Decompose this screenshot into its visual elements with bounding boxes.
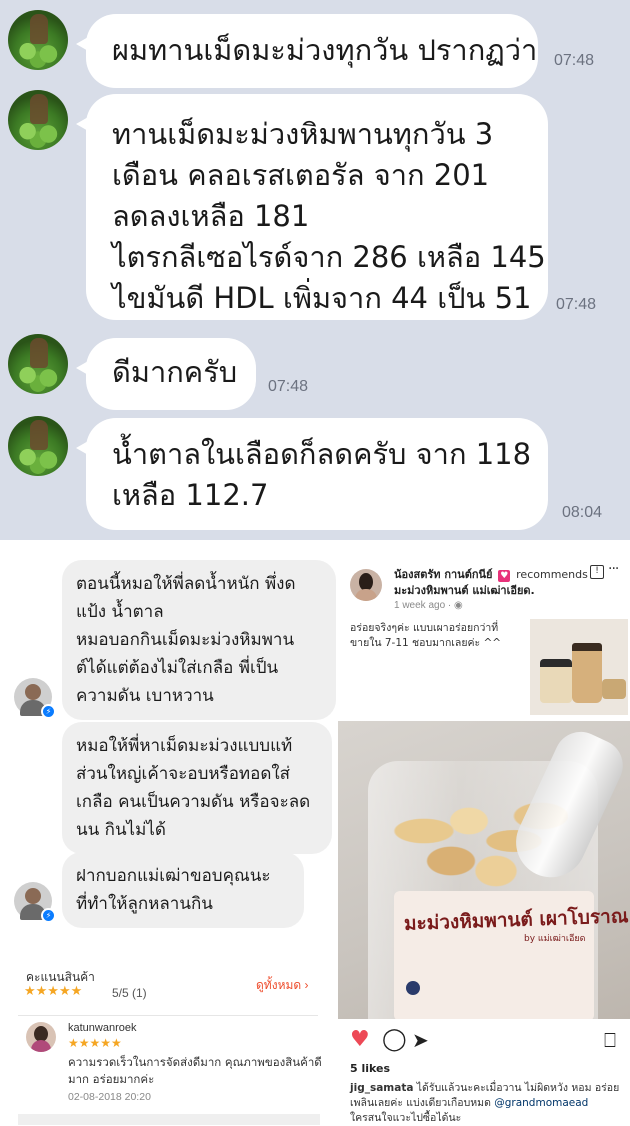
post-photo[interactable]: มะม่วงหิมพานต์ เผาโบราณ by แม่เฒ่าเอียด	[338, 721, 630, 1019]
chat-text: ความดัน เบาหวาน	[76, 686, 214, 706]
product-review-panel: คะแนนสินค้า ★★★★★ 5/5 (1) ดูทั้งหมด › ka…	[0, 960, 330, 1125]
message-time: 07:48	[268, 378, 309, 395]
chat-text: เกลือ คนเป็นความดัน หรือจะลด	[76, 792, 311, 812]
heart-icon[interactable]: ♥	[350, 1029, 370, 1051]
chat-bubble: หมอให้พี่หาเม็ดมะม่วงแบบแท้ ส่วนใหญ่เค้า…	[62, 722, 332, 854]
post-thumbnail-image[interactable]	[530, 619, 628, 715]
avatar[interactable]	[350, 569, 382, 601]
review-text-line: ความรวดเร็วในการจัดส่งดีมาก คุณภาพของสิน…	[68, 1055, 322, 1069]
post-caption: อร่อยจริงๆค่ะ แบบเผาอร่อยกว่าที่ ขายใน 7…	[350, 621, 501, 651]
chat-text: ลดลงเหลือ 181	[112, 199, 310, 233]
avatar[interactable]: ⚡	[14, 678, 56, 719]
report-icon[interactable]: !	[590, 565, 604, 579]
mention-link[interactable]: @grandmomaead	[494, 1097, 588, 1109]
post-actions: ♥ ◯ ➤ ⎕	[350, 1029, 620, 1055]
product-label: มะม่วงหิมพานต์ เผาโบราณ by แม่เฒ่าเอียด	[394, 891, 629, 1019]
chat-text: น้ำตาลในเลือดก็ลดครับ จาก 118	[112, 437, 532, 471]
rating-score: 5/5 (1)	[112, 986, 147, 1000]
comment-text: เพลินเลยค่ะ แบ่งเดียวเกือบหมด	[350, 1097, 495, 1109]
social-post-panel: น้องสตรัท กานต์กนีย์ ♥ recommends มะม่วง…	[338, 555, 630, 1125]
post-comment: jig_samata ได้รับแล้วนะคะเมื่อวาน ไม่ผิด…	[350, 1081, 619, 1126]
review-text-line: มาก อร่อยมากค่ะ	[68, 1072, 155, 1086]
rating-stars: ★★★★★	[24, 984, 83, 999]
review-text: ความรวดเร็วในการจัดส่งดีมาก คุณภาพของสิน…	[68, 1054, 322, 1088]
likes-count[interactable]: 5 likes	[350, 1062, 390, 1075]
line-chat-panel: ผมทานเม็ดมะม่วงทุกวัน ปรากฏว่า 07:48 ทาน…	[0, 0, 630, 540]
chat-text: ต์ได้แต่ต้องไม่ใส่เกลือ พี่เป็น	[76, 658, 279, 678]
chat-text: หมอบอกกินเม็ดมะม่วงหิมพาน	[76, 630, 295, 650]
chat-bubble: ทานเม็ดมะม่วงหิมพานทุกวัน 3 เดือน คลอเรส…	[76, 94, 548, 320]
messenger-icon: ⚡	[41, 908, 56, 923]
chat-bubble: ฝากบอกแม่เฒ่าขอบคุณนะ ที่ทำให้ลูกหลานกิน	[62, 852, 304, 928]
chat-text: แป้ง น้ำตาล	[76, 602, 164, 622]
avatar[interactable]	[8, 416, 68, 476]
message-time: 08:04	[562, 504, 603, 521]
share-icon[interactable]: ➤	[412, 1029, 429, 1051]
bookmark-icon[interactable]: ⎕	[604, 1029, 616, 1051]
chat-text: ไตรกลีเซอไรด์จาก 286 เหลือ 145	[112, 240, 546, 274]
chat-text: ดีมากครับ	[112, 355, 238, 389]
comment-username[interactable]: jig_samata	[350, 1082, 413, 1094]
chat-text: ส่วนใหญ่เค้าจะอบหรือทอดใส่	[76, 764, 291, 784]
comment-text: ได้รับแล้วนะคะเมื่อวาน ไม่ผิดหวัง หอม อร…	[413, 1082, 620, 1094]
product-by: by แม่เฒ่าเอียด	[524, 934, 586, 944]
review-stars: ★★★★★	[68, 1036, 122, 1050]
post-time: 1 week ago · ◉	[394, 600, 463, 611]
chat-bubble: ผมทานเม็ดมะม่วงทุกวัน ปรากฏว่า	[76, 14, 538, 88]
messenger-icon: ⚡	[41, 704, 56, 719]
view-all-label: ดูทั้งหมด	[256, 978, 302, 992]
avatar[interactable]: ⚡	[14, 882, 56, 923]
poster-name[interactable]: น้องสตรัท กานต์กนีย์	[394, 568, 492, 581]
recommends-label: recommends	[516, 568, 588, 581]
avatar[interactable]	[8, 334, 68, 394]
avatar[interactable]	[8, 10, 68, 70]
review-footer-bar	[18, 1114, 320, 1125]
review-username: katunwanroek	[68, 1022, 137, 1034]
avatar[interactable]	[26, 1022, 56, 1052]
more-icon[interactable]: ···	[608, 561, 619, 577]
chat-text: ที่ทำให้ลูกหลานกิน	[76, 894, 213, 914]
messenger-chat-panel: ตอนนี้หมอให้พี่ลดน้ำหนัก พึ่งด แป้ง น้ำต…	[0, 540, 336, 960]
post-menu[interactable]: ! ···	[590, 561, 622, 583]
chat-text: ทานเม็ดมะม่วงหิมพานทุกวัน 3	[112, 117, 494, 151]
avatar[interactable]	[8, 90, 68, 150]
chevron-right-icon: ›	[304, 978, 309, 992]
bottom-section: ตอนนี้หมอให้พี่ลดน้ำหนัก พึ่งด แป้ง น้ำต…	[0, 540, 630, 1125]
chat-text: ฝากบอกแม่เฒ่าขอบคุณนะ	[76, 866, 271, 886]
caption-line: อร่อยจริงๆค่ะ แบบเผาอร่อยกว่าที่	[350, 622, 499, 634]
message-time: 07:48	[554, 52, 595, 69]
review-date: 02-08-2018 20:20	[68, 1091, 151, 1103]
comment-icon[interactable]: ◯	[382, 1029, 407, 1051]
view-all-link[interactable]: ดูทั้งหมด ›	[256, 976, 309, 995]
chat-text: เดือน คลอเรสเตอรัล จาก 201	[112, 158, 490, 192]
chat-text: เหลือ 112.7	[112, 478, 269, 512]
chat-bubble: น้ำตาลในเลือดก็ลดครับ จาก 118 เหลือ 112.…	[76, 418, 548, 530]
page-name[interactable]: มะม่วงหิมพานต์ แม่เฒ่าเอียด.	[394, 581, 535, 599]
comment-text: ใครสนใจแวะไปซื้อได้นะ	[350, 1112, 462, 1124]
chat-text: ตอนนี้หมอให้พี่ลดน้ำหนัก พึ่งด	[76, 574, 296, 594]
chat-bubble: ตอนนี้หมอให้พี่ลดน้ำหนัก พึ่งด แป้ง น้ำต…	[62, 560, 336, 720]
chat-text: นน กินไม่ได้	[76, 820, 166, 840]
divider	[18, 1015, 318, 1016]
chat-text: ผมทานเม็ดมะม่วงทุกวัน ปรากฏว่า	[112, 33, 538, 67]
message-time: 07:48	[556, 296, 597, 313]
caption-line: ขายใน 7-11 ชอบมากเลยค่ะ ^^	[350, 637, 502, 649]
chat-text: หมอให้พี่หาเม็ดมะม่วงแบบแท้	[76, 736, 293, 756]
globe-icon: ◉	[454, 600, 463, 611]
chat-text: ไขมันดี HDL เพิ่มจาก 44 เป็น 51	[112, 281, 532, 315]
chat-bubble: ดีมากครับ	[76, 338, 256, 410]
post-time-text: 1 week ago ·	[394, 600, 455, 611]
